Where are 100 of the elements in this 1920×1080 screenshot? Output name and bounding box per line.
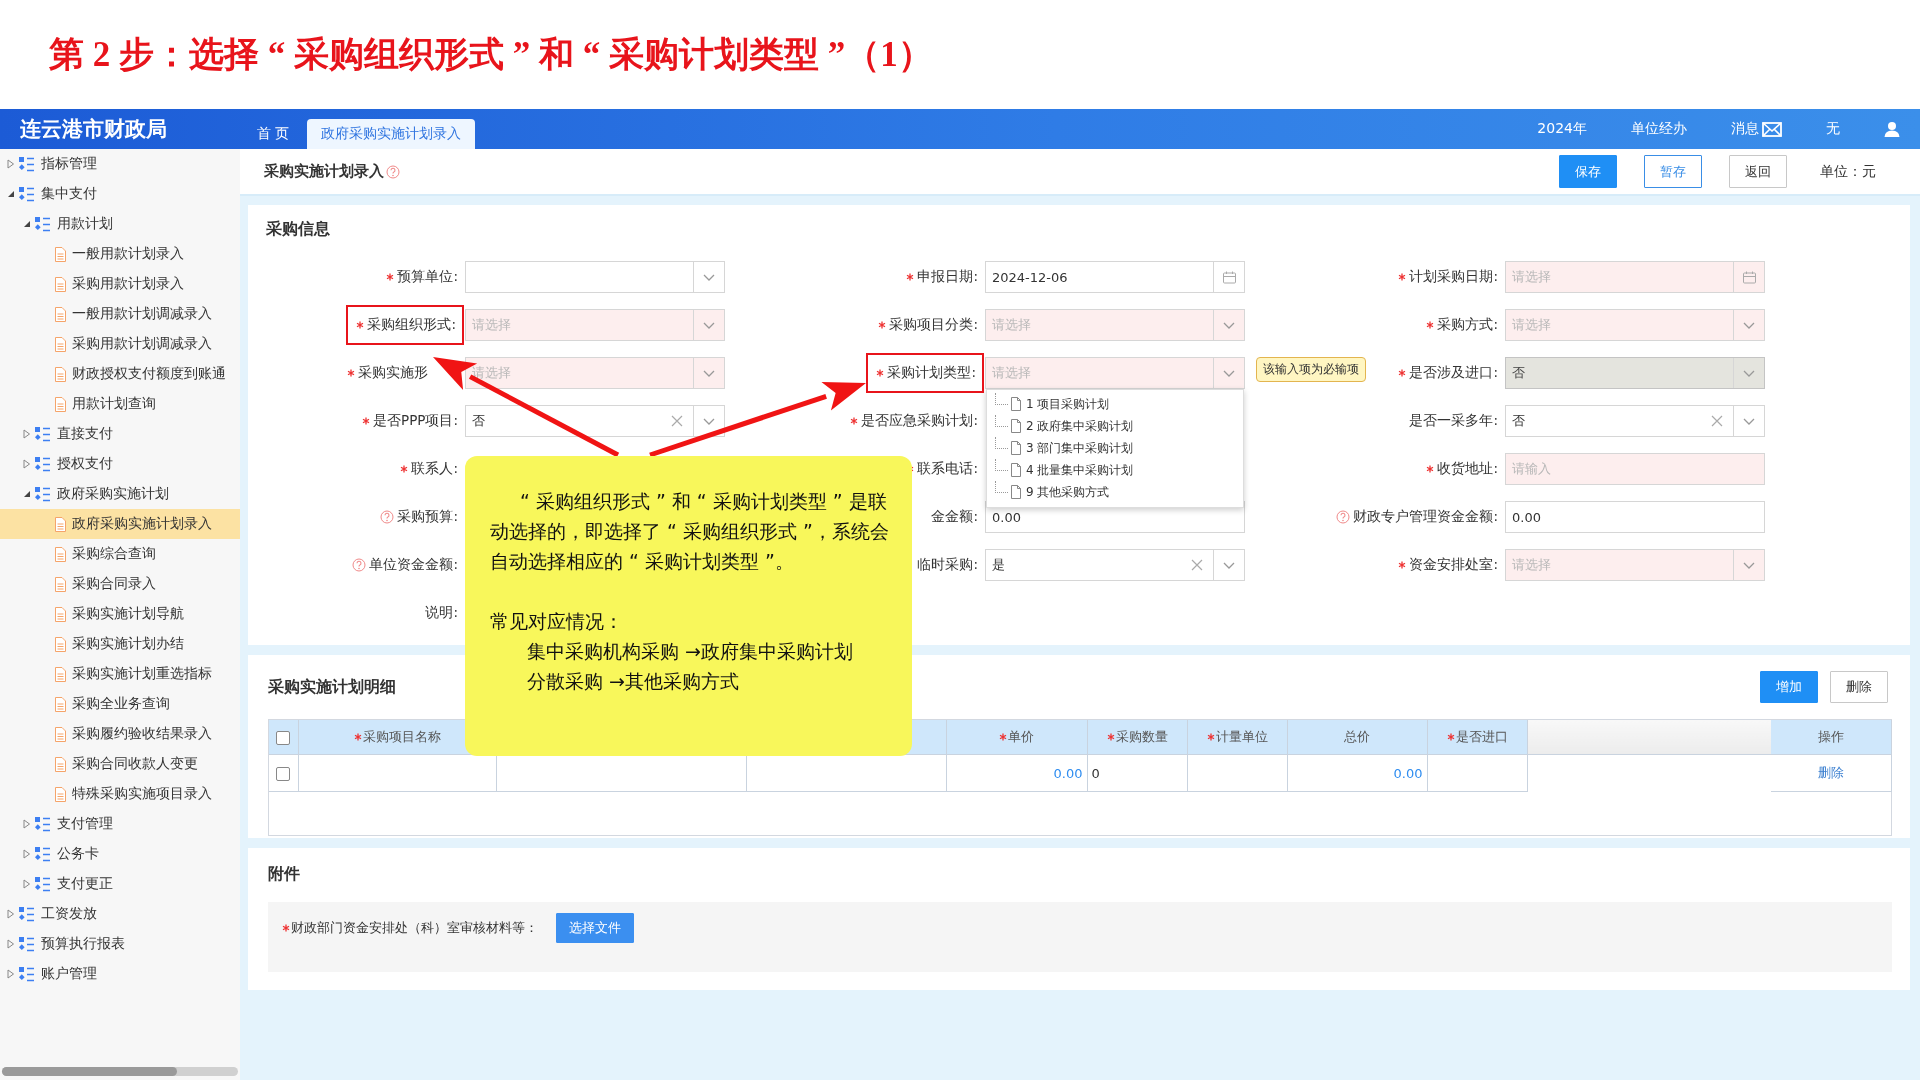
- field-label: 采购方式:: [1437, 316, 1498, 334]
- required-icon: [1398, 273, 1407, 281]
- header-text: 计量单位: [1215, 728, 1268, 746]
- select-field[interactable]: [465, 261, 725, 293]
- nav-item[interactable]: 支付管理: [0, 809, 240, 839]
- nav-item[interactable]: 采购用款计划录入: [0, 269, 240, 299]
- section-title: 采购信息: [265, 218, 331, 240]
- calendar-icon[interactable]: [1221, 269, 1237, 285]
- tree-icon: [34, 426, 51, 442]
- expand-toggle[interactable]: [6, 909, 16, 919]
- nav-item[interactable]: 政府采购实施计划: [0, 479, 240, 509]
- field-label: 说明:: [425, 604, 458, 622]
- checkbox[interactable]: [276, 766, 291, 781]
- dropdown-option[interactable]: 1 项目采购计划: [987, 393, 1243, 415]
- field-label: 是否涉及进口:: [1409, 364, 1498, 382]
- expand-toggle[interactable]: [22, 819, 32, 829]
- nav-item[interactable]: 预算执行报表: [0, 929, 240, 959]
- expand-toggle[interactable]: [22, 429, 32, 439]
- nav-item[interactable]: 指标管理: [0, 149, 240, 179]
- nav-item[interactable]: 一般用款计划调减录入: [0, 299, 240, 329]
- section-title: 附件: [268, 863, 301, 885]
- toolbar-button[interactable]: 暂存: [1644, 155, 1702, 188]
- nav-item[interactable]: 授权支付: [0, 449, 240, 479]
- nav-item[interactable]: 采购履约验收结果录入: [0, 719, 240, 749]
- help-icon[interactable]: [1336, 510, 1351, 524]
- nav-item[interactable]: 支付更正: [0, 869, 240, 899]
- nav-item[interactable]: 用款计划: [0, 209, 240, 239]
- nav-item[interactable]: 特殊采购实施项目录入: [0, 779, 240, 809]
- dropdown-option[interactable]: 9 其他采购方式: [987, 481, 1243, 503]
- expand-toggle[interactable]: [6, 939, 16, 949]
- nav-tab[interactable]: 政府采购实施计划录入: [307, 119, 476, 149]
- table-button[interactable]: 删除: [1830, 671, 1888, 703]
- collapse-toggle[interactable]: [22, 489, 32, 499]
- scrollbar[interactable]: [2, 1067, 238, 1076]
- nav-item[interactable]: 采购全业务查询: [0, 689, 240, 719]
- tree-icon: [18, 966, 35, 982]
- nav-item[interactable]: 采购合同收款人变更: [0, 749, 240, 779]
- expand-toggle[interactable]: [22, 879, 32, 889]
- user-icon[interactable]: [1884, 121, 1900, 137]
- required-icon: [1398, 369, 1407, 377]
- input-field[interactable]: 0.00: [1505, 501, 1765, 533]
- page-icon: [54, 336, 66, 352]
- select-field[interactable]: 是: [985, 549, 1245, 581]
- nav-item[interactable]: 采购实施计划导航: [0, 599, 240, 629]
- nav-item[interactable]: 采购综合查询: [0, 539, 240, 569]
- clear-icon[interactable]: [670, 414, 684, 428]
- nav-item[interactable]: 账户管理: [0, 959, 240, 989]
- header-link[interactable]: 单位经办: [1631, 120, 1687, 138]
- tree-icon: [34, 216, 51, 232]
- header-link[interactable]: 2024年: [1537, 120, 1587, 138]
- expand-toggle[interactable]: [6, 159, 16, 169]
- dropdown-option[interactable]: 2 政府集中采购计划: [987, 415, 1243, 437]
- nav-item[interactable]: 工资发放: [0, 899, 240, 929]
- file-icon: [1010, 485, 1022, 499]
- expand-toggle[interactable]: [6, 969, 16, 979]
- field-label: 财政部门资金安排处（科）室审核材料等：: [291, 919, 538, 937]
- tree-icon: [18, 186, 35, 202]
- clear-icon[interactable]: [1710, 414, 1724, 428]
- nav-item[interactable]: 采购合同录入: [0, 569, 240, 599]
- nav-item[interactable]: 公务卡: [0, 839, 240, 869]
- help-icon[interactable]: [380, 510, 395, 524]
- dropdown-option[interactable]: 4 批量集中采购计划: [987, 459, 1243, 481]
- required-icon: [362, 417, 370, 425]
- dropdown-option[interactable]: 3 部门集中采购计划: [987, 437, 1243, 459]
- nav-item[interactable]: 一般用款计划录入: [0, 239, 240, 269]
- delete-link[interactable]: 删除: [1817, 765, 1844, 780]
- collapse-toggle[interactable]: [22, 219, 32, 229]
- nav-tab[interactable]: 首 页: [243, 119, 304, 149]
- header-text: 单价: [1008, 728, 1034, 746]
- header-text: 采购数量: [1115, 728, 1168, 746]
- nav-item[interactable]: 用款计划查询: [0, 389, 240, 419]
- checkbox[interactable]: [276, 730, 291, 745]
- nav-item[interactable]: 采购用款计划调减录入: [0, 329, 240, 359]
- required-icon: [878, 321, 887, 329]
- nav-item[interactable]: 集中支付: [0, 179, 240, 209]
- nav-item[interactable]: 财政授权支付额度到账通: [0, 359, 240, 389]
- select-field[interactable]: 否: [1505, 405, 1765, 437]
- calendar-icon[interactable]: [1741, 269, 1757, 285]
- page-icon: [54, 396, 66, 412]
- collapse-toggle[interactable]: [6, 189, 16, 199]
- help-icon[interactable]: [352, 558, 367, 572]
- required-icon: [850, 417, 859, 425]
- help-icon[interactable]: [386, 164, 400, 179]
- select-field[interactable]: 否: [465, 405, 725, 437]
- header-text: 总价: [1344, 728, 1370, 746]
- file-icon: [1010, 397, 1022, 411]
- date-field[interactable]: 2024-12-06: [985, 261, 1245, 293]
- page-icon: [54, 606, 66, 622]
- field-label: 联系电话:: [917, 460, 978, 478]
- nav-item[interactable]: 政府采购实施计划录入: [0, 509, 240, 539]
- expand-toggle[interactable]: [22, 459, 32, 469]
- toolbar-button[interactable]: 返回: [1729, 155, 1787, 188]
- nav-item[interactable]: 采购实施计划办结: [0, 629, 240, 659]
- nav-item[interactable]: 直接支付: [0, 419, 240, 449]
- required-icon: [282, 924, 290, 932]
- nav-item[interactable]: 采购实施计划重选指标: [0, 659, 240, 689]
- expand-toggle[interactable]: [22, 849, 32, 859]
- page-icon: [54, 786, 66, 802]
- tree-icon: [34, 456, 51, 472]
- clear-icon[interactable]: [1190, 558, 1204, 572]
